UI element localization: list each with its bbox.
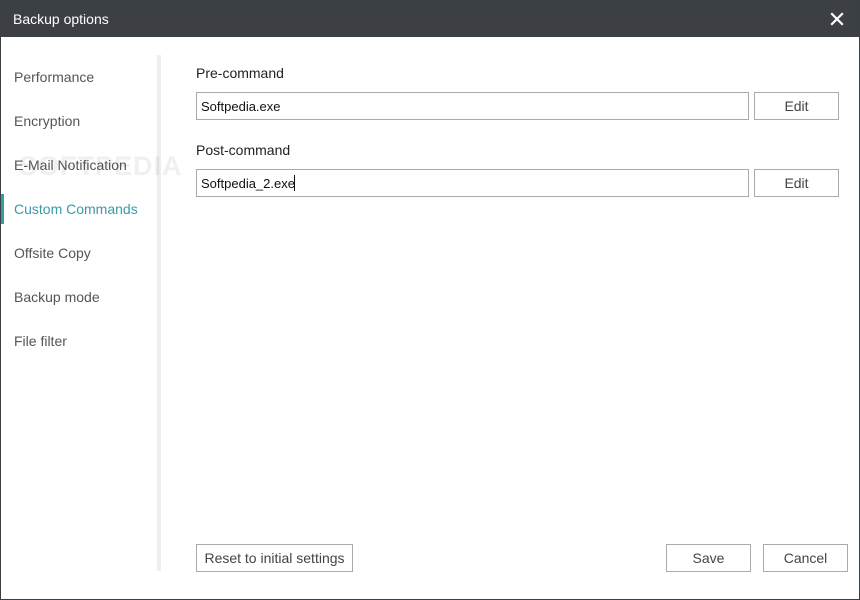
sidebar-item-backup-mode[interactable]: Backup mode: [1, 282, 151, 312]
text-caret: [294, 175, 295, 191]
pre-command-edit-button[interactable]: Edit: [754, 92, 839, 120]
sidebar-item-file-filter[interactable]: File filter: [1, 326, 151, 356]
reset-settings-button[interactable]: Reset to initial settings: [196, 544, 353, 572]
save-button[interactable]: Save: [666, 544, 751, 572]
sidebar-item-performance[interactable]: Performance: [1, 62, 151, 92]
post-command-label: Post-command: [196, 142, 291, 158]
sidebar-item-custom-commands[interactable]: Custom Commands: [1, 194, 151, 224]
pre-command-input[interactable]: [196, 92, 749, 120]
backup-options-dialog: Backup options Performance Encryption E-…: [0, 0, 860, 600]
sidebar-item-offsite-copy[interactable]: Offsite Copy: [1, 238, 151, 268]
window-title: Backup options: [13, 11, 109, 27]
sidebar-item-encryption[interactable]: Encryption: [1, 106, 151, 136]
pre-command-label: Pre-command: [196, 65, 284, 81]
close-button[interactable]: [825, 7, 849, 31]
sidebar-divider: [157, 55, 161, 571]
sidebar: Performance Encryption E-Mail Notificati…: [1, 37, 161, 573]
cancel-button[interactable]: Cancel: [763, 544, 848, 572]
post-command-input[interactable]: [196, 169, 749, 197]
sidebar-item-email-notification[interactable]: E-Mail Notification: [1, 150, 151, 180]
title-bar: Backup options: [1, 1, 859, 37]
close-icon: [830, 12, 844, 26]
post-command-edit-button[interactable]: Edit: [754, 169, 839, 197]
